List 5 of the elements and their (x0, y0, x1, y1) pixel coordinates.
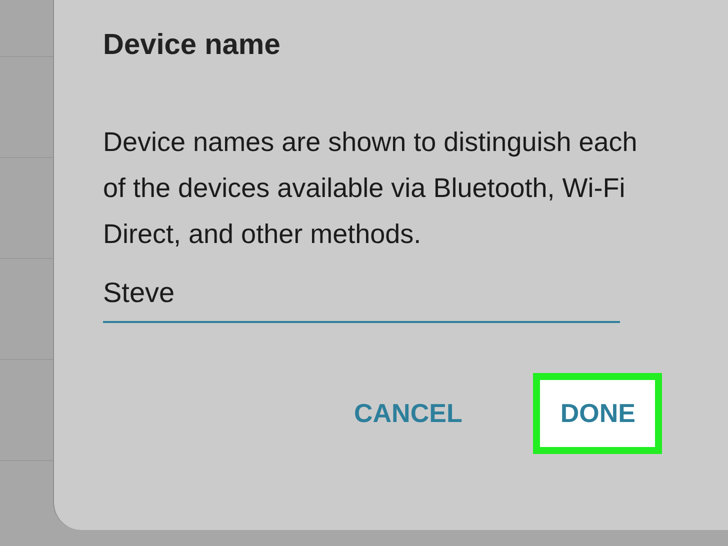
dialog-title: Device name (103, 28, 282, 63)
cancel-button[interactable]: CANCEL (327, 373, 490, 454)
input-field[interactable]: Steve (103, 277, 620, 323)
dialog-message: Device names are shown to distinguish each of the devices available via Bluetooth, Wi-Fi Direct, and other methods. (103, 126, 638, 251)
done-button[interactable]: DONE (533, 373, 662, 454)
